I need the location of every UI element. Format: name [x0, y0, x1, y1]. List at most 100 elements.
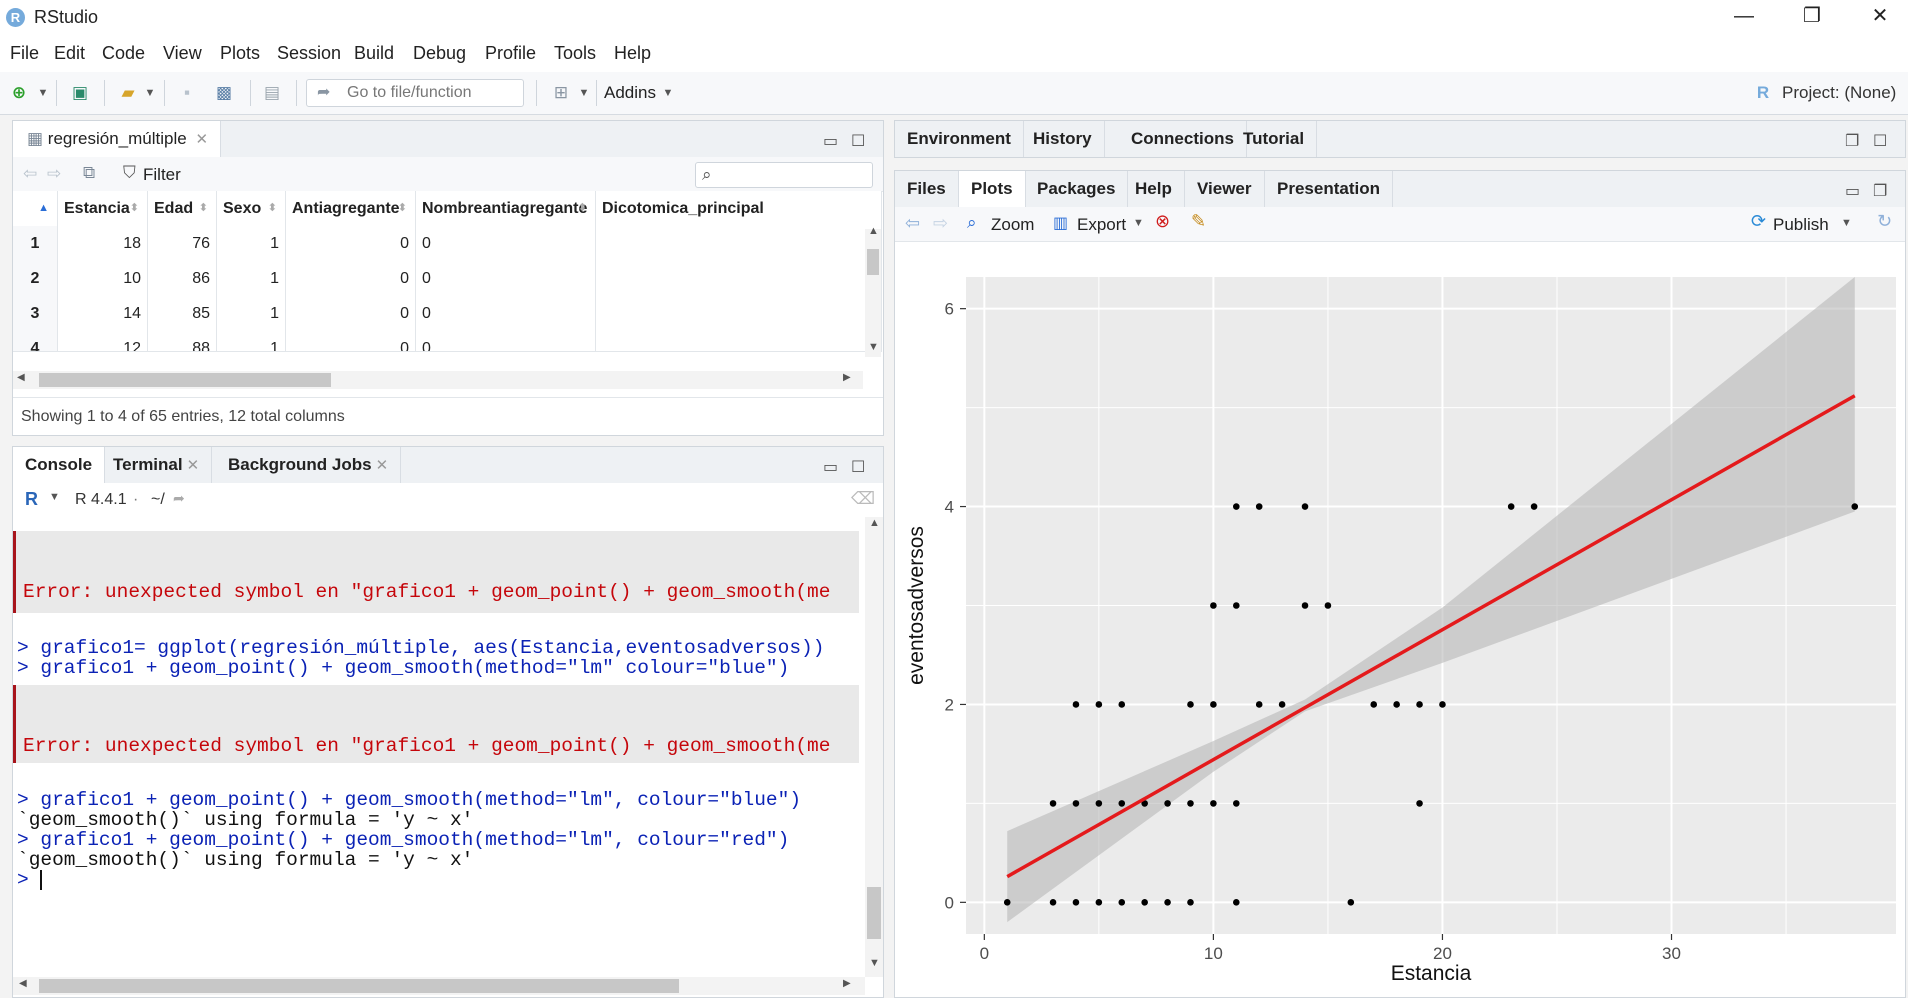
- publish-button[interactable]: Publish: [1773, 215, 1829, 235]
- export-icon[interactable]: ▥: [1053, 213, 1068, 233]
- r-version-dropdown-icon[interactable]: ▼: [49, 491, 60, 503]
- maximize-button[interactable]: ❐: [1784, 0, 1840, 34]
- header-antiagregante[interactable]: Antiagregante ⬍: [286, 191, 416, 226]
- new-project-icon[interactable]: ▣: [66, 82, 94, 104]
- scroll-thumb[interactable]: [867, 887, 881, 939]
- menu-code[interactable]: Code: [102, 43, 145, 64]
- horizontal-scrollbar[interactable]: ◀ ▶: [13, 371, 863, 389]
- clear-console-icon[interactable]: ⌫: [851, 489, 875, 509]
- vertical-scrollbar[interactable]: ▲ ▼: [865, 225, 881, 357]
- zoom-icon[interactable]: ⌕: [967, 213, 977, 233]
- open-file-dropdown-icon[interactable]: ▼: [144, 82, 156, 104]
- menu-debug[interactable]: Debug: [413, 43, 466, 64]
- tab-history[interactable]: History: [1021, 121, 1105, 157]
- scroll-up-icon[interactable]: ▲: [869, 517, 880, 529]
- publish-dropdown-icon[interactable]: ▼: [1841, 217, 1852, 229]
- header-estancia[interactable]: Estancia ⬍: [58, 191, 148, 226]
- project-menu[interactable]: Project: (None): [1782, 82, 1902, 104]
- new-file-dropdown-icon[interactable]: ▼: [36, 82, 50, 104]
- zoom-button[interactable]: Zoom: [991, 215, 1034, 235]
- save-icon[interactable]: ▪: [176, 82, 198, 104]
- restore-pane-icon[interactable]: ❐: [1873, 181, 1887, 201]
- print-icon[interactable]: ▤: [260, 82, 284, 104]
- h-scroll-thumb[interactable]: [39, 979, 679, 993]
- close-button[interactable]: ✕: [1852, 0, 1908, 34]
- maximize-pane-icon[interactable]: ☐: [1873, 131, 1887, 151]
- scroll-right-icon[interactable]: ▶: [843, 372, 851, 383]
- scroll-up-icon[interactable]: ▲: [868, 225, 879, 237]
- menu-session[interactable]: Session: [277, 43, 341, 64]
- close-terminal-icon[interactable]: ✕: [187, 457, 200, 474]
- maximize-console-icon[interactable]: ☐: [851, 457, 865, 477]
- filter-button[interactable]: Filter: [143, 165, 181, 185]
- tab-regresion-multiple[interactable]: ▦ regresión_múltiple ✕: [13, 121, 222, 157]
- menu-build[interactable]: Build: [354, 43, 394, 64]
- tab-tutorial[interactable]: Tutorial: [1231, 121, 1318, 157]
- header-sexo[interactable]: Sexo ⬍: [217, 191, 286, 226]
- layout-dropdown-icon[interactable]: ▼: [578, 82, 590, 104]
- filter-icon[interactable]: ⛉: [123, 163, 136, 183]
- go-to-dir-icon[interactable]: ➦: [173, 490, 185, 507]
- close-tab-icon[interactable]: ✕: [195, 131, 208, 148]
- pane-layout-icon[interactable]: ⊞: [548, 82, 574, 104]
- new-file-icon[interactable]: ⊕: [8, 82, 30, 104]
- header-edad[interactable]: Edad ⬍: [148, 191, 217, 226]
- h-scroll-thumb[interactable]: [39, 373, 331, 387]
- tab-files[interactable]: Files: [895, 171, 959, 207]
- scroll-left-icon[interactable]: ◀: [17, 372, 25, 383]
- addins-dropdown-icon[interactable]: ▼: [662, 82, 674, 104]
- scroll-left-icon[interactable]: ◀: [19, 978, 27, 989]
- back-arrow-icon[interactable]: ⇦: [23, 164, 37, 184]
- menu-profile[interactable]: Profile: [485, 43, 536, 64]
- go-to-file-input[interactable]: ➦ Go to file/function: [306, 79, 524, 107]
- tab-viewer[interactable]: Viewer: [1185, 171, 1265, 207]
- menu-tools[interactable]: Tools: [554, 43, 596, 64]
- tab-help[interactable]: Help: [1123, 171, 1185, 207]
- minimize-pane-icon[interactable]: ▭: [1845, 181, 1860, 201]
- dataviewer-search-input[interactable]: ⌕: [695, 162, 873, 188]
- tab-environment[interactable]: Environment: [895, 121, 1024, 157]
- addins-menu[interactable]: Addins: [604, 82, 660, 104]
- menu-view[interactable]: View: [163, 43, 202, 64]
- minimize-console-icon[interactable]: ▭: [823, 457, 838, 477]
- scroll-down-icon[interactable]: ▼: [868, 341, 879, 353]
- header-nombreantiagregante[interactable]: Nombreantiagregante ⬍: [416, 191, 596, 226]
- open-file-icon[interactable]: ▰: [114, 82, 142, 104]
- clear-plots-broom-icon[interactable]: ✎: [1191, 211, 1206, 232]
- maximize-pane-icon[interactable]: ☐: [851, 131, 865, 151]
- popout-icon[interactable]: ⧉: [83, 163, 95, 183]
- menu-file[interactable]: File: [10, 43, 39, 64]
- tab-connections[interactable]: Connections: [1119, 121, 1247, 157]
- scroll-right-icon[interactable]: ▶: [843, 978, 851, 989]
- header-rownum[interactable]: ▲: [13, 191, 58, 226]
- header-dicotomica-principal[interactable]: Dicotomica_principal: [596, 191, 882, 226]
- menu-plots[interactable]: Plots: [220, 43, 260, 64]
- scroll-down-icon[interactable]: ▼: [869, 957, 880, 969]
- publish-icon[interactable]: ⟳: [1751, 211, 1766, 232]
- export-dropdown-icon[interactable]: ▼: [1133, 217, 1144, 229]
- tab-plots[interactable]: Plots: [959, 171, 1026, 207]
- previous-plot-icon[interactable]: ⇦: [905, 213, 920, 234]
- tab-terminal[interactable]: Terminal ✕: [101, 447, 213, 483]
- tab-packages[interactable]: Packages: [1025, 171, 1129, 207]
- export-button[interactable]: Export: [1077, 215, 1126, 235]
- refresh-icon[interactable]: ↻: [1877, 211, 1892, 232]
- next-plot-icon[interactable]: ⇨: [933, 213, 948, 234]
- console-vscrollbar[interactable]: ▲ ▼: [865, 517, 883, 977]
- console-prompt[interactable]: >: [17, 869, 43, 891]
- tab-console[interactable]: Console: [13, 447, 106, 483]
- console-hscrollbar[interactable]: ◀ ▶: [13, 977, 865, 995]
- scroll-thumb[interactable]: [867, 249, 879, 275]
- forward-arrow-icon[interactable]: ⇨: [47, 164, 61, 184]
- tab-presentation[interactable]: Presentation: [1265, 171, 1393, 207]
- minimize-pane-icon[interactable]: ▭: [823, 131, 838, 151]
- save-all-icon[interactable]: ▩: [212, 82, 236, 104]
- restore-pane-icon[interactable]: ❐: [1845, 131, 1859, 151]
- menu-edit[interactable]: Edit: [54, 43, 85, 64]
- console-output[interactable]: Error: unexpected symbol en "grafico1 + …: [13, 517, 865, 977]
- close-jobs-icon[interactable]: ✕: [376, 457, 389, 474]
- remove-plot-icon[interactable]: ⊗: [1155, 211, 1170, 232]
- menu-help[interactable]: Help: [614, 43, 651, 64]
- tab-background-jobs[interactable]: Background Jobs ✕: [216, 447, 402, 483]
- minimize-button[interactable]: —: [1716, 0, 1772, 34]
